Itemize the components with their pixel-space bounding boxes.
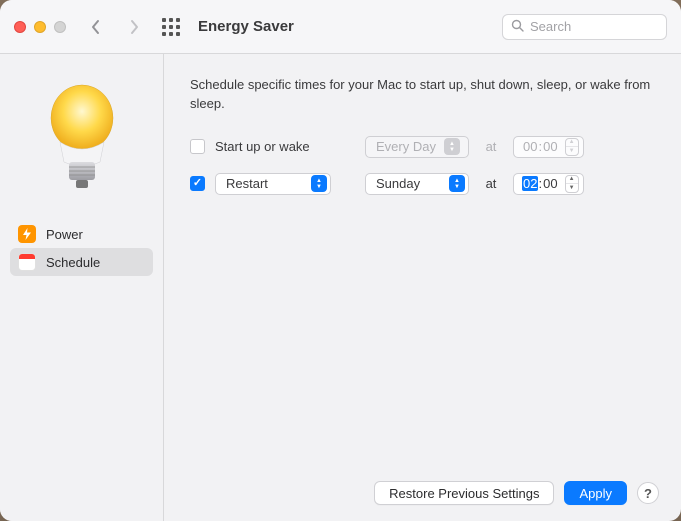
description-text: Schedule specific times for your Mac to … [190,76,655,114]
close-icon[interactable] [14,21,26,33]
action-select[interactable]: Restart ▲▼ [215,173,331,195]
help-button[interactable]: ? [637,482,659,504]
search-icon [511,19,524,35]
time-stepper: ▲▼ [565,138,579,156]
sidebar-item-schedule[interactable]: Schedule [10,248,153,276]
at-label: at [479,176,503,191]
time-stepper[interactable]: ▲▼ [565,175,579,193]
sidebar-item-power[interactable]: Power [10,220,153,248]
titlebar: Energy Saver [0,0,681,54]
window-controls [14,21,66,33]
startup-time-field: 00:00 ▲▼ [513,136,584,158]
action-time-field[interactable]: 02:00 ▲▼ [513,173,584,195]
startup-row: Start up or wake Every Day ▲▼ at 00:00 ▲… [190,136,655,158]
nav-buttons [86,17,144,37]
schedule-icon [18,253,36,271]
sidebar: Power Schedule [0,54,164,521]
main-pane: Schedule specific times for your Mac to … [164,54,681,521]
chevron-updown-icon: ▲▼ [444,138,460,155]
forward-button[interactable] [124,17,144,37]
back-button[interactable] [86,17,106,37]
chevron-updown-icon: ▲▼ [449,175,465,192]
sidebar-item-label: Schedule [46,255,100,270]
action-frequency-select[interactable]: Sunday ▲▼ [365,173,469,195]
footer: Restore Previous Settings Apply ? [374,481,659,505]
search-input[interactable] [530,19,658,34]
startup-checkbox[interactable] [190,139,205,154]
apply-button[interactable]: Apply [564,481,627,505]
startup-frequency-select: Every Day ▲▼ [365,136,469,158]
at-label: at [479,139,503,154]
chevron-updown-icon: ▲▼ [311,175,327,192]
search-field[interactable] [502,14,667,40]
action-row: Restart ▲▼ Sunday ▲▼ at 02:00 ▲▼ [190,173,655,195]
action-checkbox[interactable] [190,176,205,191]
prefs-window: Energy Saver [0,0,681,521]
energy-saver-icon [37,72,127,202]
minimize-icon[interactable] [34,21,46,33]
restore-button[interactable]: Restore Previous Settings [374,481,554,505]
show-all-icon[interactable] [162,18,180,36]
power-icon [18,225,36,243]
startup-label: Start up or wake [215,139,335,154]
page-title: Energy Saver [198,18,294,35]
zoom-icon [54,21,66,33]
sidebar-item-label: Power [46,227,83,242]
